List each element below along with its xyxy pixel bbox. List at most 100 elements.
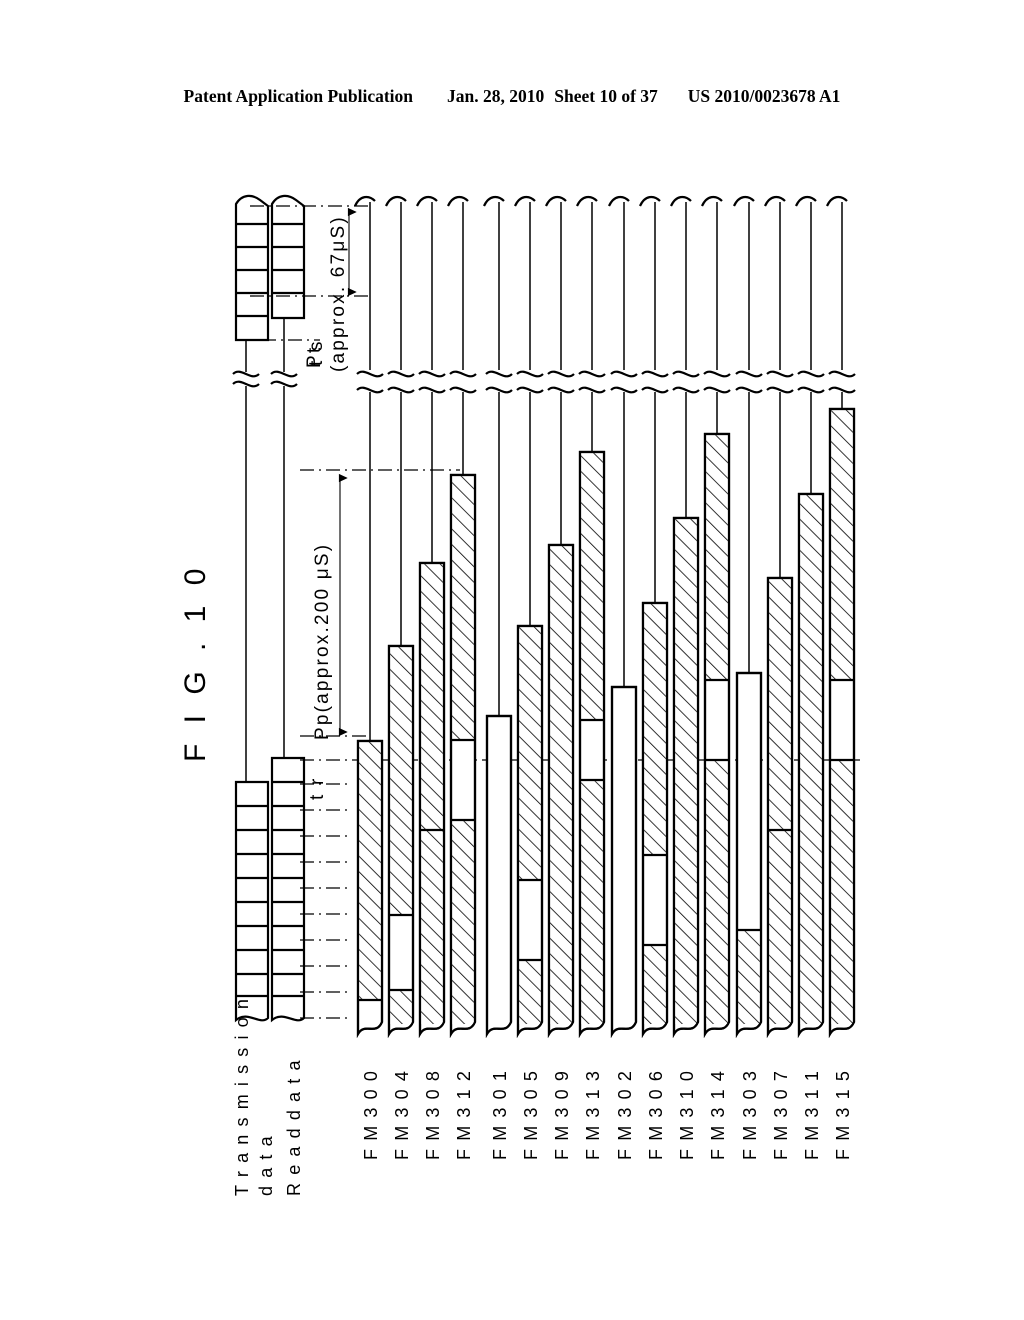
break-symbol-icon [672,370,700,378]
channel-bar-fm305 [513,195,544,1039]
break-symbol-icon [735,370,763,378]
break-symbol-icon [828,370,856,378]
channel-label-fm300: F M 3 0 0 [361,1070,381,1160]
break-symbol-icon [703,386,731,394]
break-symbol-icon [485,386,513,394]
lead-curl-icon [482,195,505,207]
break-symbol-icon [766,386,794,394]
bar-hatch-segment [581,781,603,1024]
channel-label-fm304: F M 3 0 4 [392,1070,412,1160]
break-symbol-icon [797,386,825,394]
break-symbol-icon [418,386,446,394]
channel-bar-fm303 [732,195,763,1039]
channel-bar-fm300 [353,195,384,1039]
channel-bar-fm301 [482,195,513,1039]
patent-figure: F I G . 1 0 Pt (approx. 67μS) t s Pp(app… [0,0,1024,1320]
bar-hatch-segment [452,821,474,1024]
break-symbol-icon [610,386,638,394]
channel-bar-fm314 [700,195,731,1039]
lead-curl-icon [732,195,755,207]
bar-body [610,685,638,1039]
lead-curl-icon [607,195,630,207]
annotation-ts: t s [306,339,327,366]
break-symbol-icon [578,370,606,378]
read-data-waveform [270,194,306,1023]
channel-bar-fm312 [446,195,477,1039]
lead-curl-icon [575,195,598,207]
channel-bars [353,195,856,1039]
bar-hatch-segment [452,476,474,740]
bar-hatch-segment [644,946,666,1024]
bar-hatch-segment [581,453,603,720]
row-label-transmission-line2: d a t a [256,1135,276,1196]
break-symbol-icon [547,370,575,378]
annotation-ts-label: t s [306,339,327,366]
break-symbol-icon [356,370,384,378]
figure-label-text: F I G . 1 0 [179,563,212,762]
bar-hatch-segment [519,627,541,880]
break-symbol-icon [766,370,794,378]
annotation-tr: t r [307,777,328,801]
lead-curl-icon [763,195,786,207]
break-symbol-icon [641,370,669,378]
break-symbol-icon [485,370,513,378]
lead-curl-icon [825,195,848,207]
annotation-tr-label: t r [307,777,328,801]
channel-labels: F M 3 0 0 F M 3 0 4 F M 3 0 8 F M 3 1 2 F M … [361,1070,853,1160]
bar-hatch-segment [706,761,728,1024]
bar-hatch-segment [769,579,791,1024]
lead-curl-icon [446,195,469,207]
transmission-data-waveform [232,194,270,1023]
channel-bar-fm306 [638,195,669,1039]
channel-bar-fm315 [825,195,856,1039]
bar-hatch-segment [359,742,381,1000]
bar-body [485,714,513,1039]
annotation-pp: Pp(approx.200 μS) [312,473,348,740]
channel-label-fm302: F M 3 0 2 [615,1070,635,1160]
lead-curl-icon [794,195,817,207]
channel-label-fm310: F M 3 1 0 [677,1070,697,1160]
channel-bar-fm307 [763,195,794,1039]
channel-bar-fm304 [384,195,415,1039]
break-symbol-icon [828,386,856,394]
channel-bar-fm309 [544,195,575,1039]
bar-hatch-segment [550,546,572,1024]
break-symbol-icon [547,386,575,394]
channel-label-fm308: F M 3 0 8 [423,1070,443,1160]
lead-curl-icon [415,195,438,207]
lead-curl-icon [353,195,376,207]
bar-hatch-segment [831,410,853,680]
bar-hatch-segment [519,961,541,1024]
channel-label-fm303: F M 3 0 3 [740,1070,760,1160]
channel-bar-fm310 [669,195,700,1039]
channel-label-fm305: F M 3 0 5 [521,1070,541,1160]
bar-hatch-segment [421,564,443,1024]
break-symbol-icon [387,370,415,378]
channel-label-fm313: F M 3 1 3 [583,1070,603,1160]
bar-hatch-segment [675,519,697,1024]
break-symbol-icon [449,386,477,394]
channel-bar-fm308 [415,195,446,1039]
break-symbol-icon [641,386,669,394]
bar-hatch-segment [706,435,728,680]
break-symbol-icon [516,370,544,378]
channel-label-fm307: F M 3 0 7 [771,1070,791,1160]
bar-hatch-segment [800,495,822,1025]
break-symbol-icon [418,370,446,378]
lead-curl-icon [638,195,661,207]
break-symbol-icon [387,386,415,394]
row-label-read-data: R e a d d a t a [284,1059,304,1196]
channel-label-fm309: F M 3 0 9 [552,1070,572,1160]
channel-label-fm312: F M 3 1 2 [454,1070,474,1160]
break-symbol-icon [449,370,477,378]
bar-hatch-segment [831,761,853,1024]
channel-label-fm314: F M 3 1 4 [708,1070,728,1160]
break-symbol-icon [516,386,544,394]
break-symbol-icon [797,370,825,378]
break-symbol-icon [578,386,606,394]
lead-curl-icon [700,195,723,207]
bar-hatch-segment [738,931,760,1024]
channel-label-fm311: F M 3 1 1 [802,1070,822,1160]
row-label-transmission-line1: T r a n s m i s s i o n [232,997,252,1196]
channel-label-fm301: F M 3 0 1 [490,1070,510,1160]
